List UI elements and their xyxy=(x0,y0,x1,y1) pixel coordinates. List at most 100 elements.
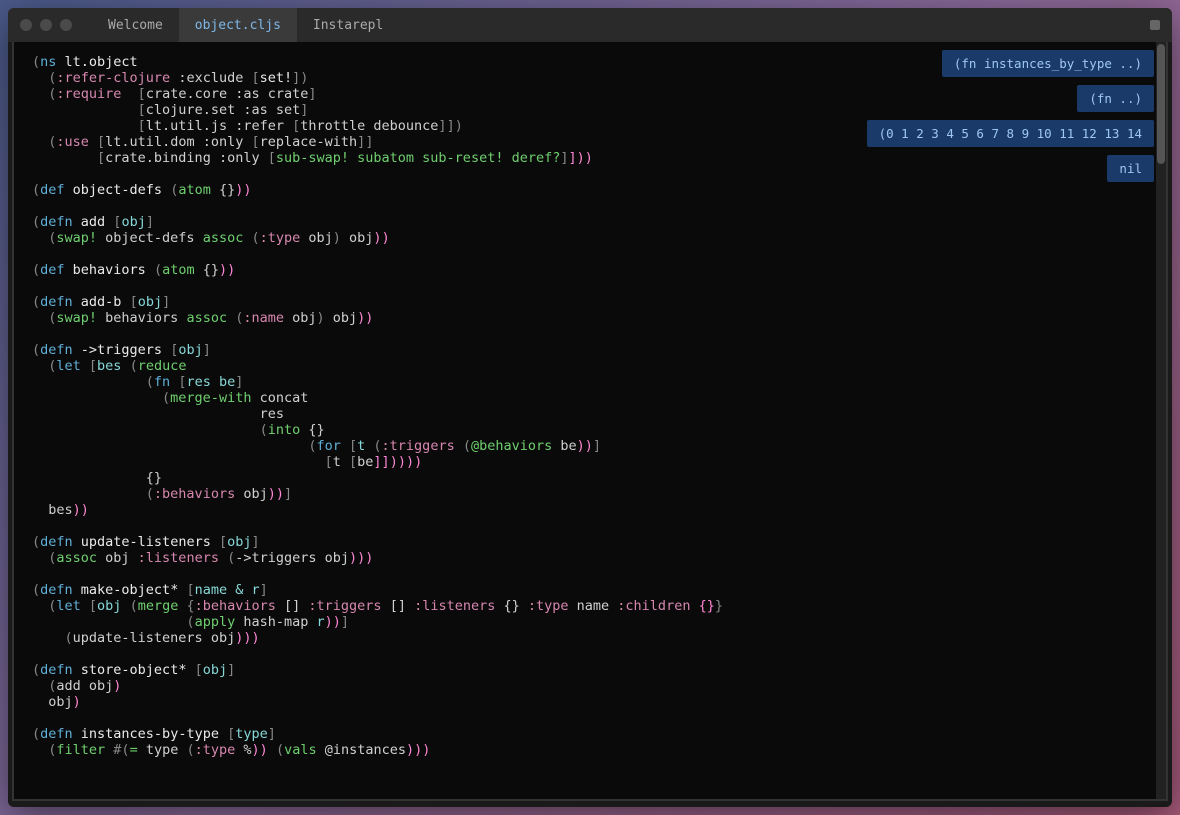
result-hint[interactable]: (0 1 2 3 4 5 6 7 8 9 10 11 12 13 14 xyxy=(867,120,1154,147)
paren: ) xyxy=(260,742,268,758)
paren: ) xyxy=(268,486,276,502)
paren: ) xyxy=(300,70,308,86)
result-hint[interactable]: (fn instances_by_type ..) xyxy=(942,50,1154,77)
paren: ) xyxy=(398,454,406,470)
paren: ( xyxy=(32,582,40,598)
bracket: ] xyxy=(382,454,390,470)
tab-object-cljs[interactable]: object.cljs xyxy=(179,8,297,42)
paren: ( xyxy=(32,294,40,310)
sym: :only xyxy=(195,134,252,150)
kw: :triggers xyxy=(382,438,455,454)
arg: obj xyxy=(138,294,162,310)
kw-let: let xyxy=(56,358,80,374)
paren: ( xyxy=(32,534,40,550)
sym: obj xyxy=(81,678,114,694)
sym: concat xyxy=(251,390,308,406)
bracket: ] xyxy=(284,486,292,502)
fn: vals xyxy=(284,742,317,758)
paren: ( xyxy=(268,742,284,758)
sym: {} xyxy=(300,422,324,438)
sym: {} xyxy=(211,182,235,198)
paren: ( xyxy=(365,438,381,454)
arg: obj xyxy=(203,662,227,678)
arg: res be xyxy=(186,374,235,390)
brace: } xyxy=(715,598,723,614)
minimize-icon[interactable] xyxy=(40,19,52,31)
fn: merge xyxy=(138,598,179,614)
fn: assoc xyxy=(56,550,97,566)
scroll-thumb[interactable] xyxy=(1157,44,1165,164)
kw-defn: defn xyxy=(40,582,73,598)
bracket: [ xyxy=(341,438,357,454)
paren: ) xyxy=(227,262,235,278)
result-hint[interactable]: nil xyxy=(1107,155,1154,182)
arg: type xyxy=(235,726,268,742)
deref: @behaviors xyxy=(471,438,552,454)
sym: throttle debounce xyxy=(300,118,438,134)
paren: ) xyxy=(276,486,284,502)
bracket: ] xyxy=(341,614,349,630)
kw-def: def xyxy=(40,262,64,278)
fn: into xyxy=(268,422,301,438)
bracket: ] xyxy=(227,662,235,678)
kw-ns: ns xyxy=(40,54,56,70)
fn: reduce xyxy=(138,358,187,374)
paren: ( xyxy=(32,262,40,278)
fn: = xyxy=(130,742,138,758)
paren: ) xyxy=(414,454,422,470)
sym: obj xyxy=(325,310,358,326)
tab-welcome[interactable]: Welcome xyxy=(92,8,179,42)
sym: obj xyxy=(97,550,138,566)
editor-area: (ns lt.object (:refer-clojure :exclude [… xyxy=(12,42,1168,801)
sym: behaviors xyxy=(97,310,186,326)
paren: ) xyxy=(219,262,227,278)
sym: type xyxy=(138,742,187,758)
bracket: ] xyxy=(300,102,308,118)
paren: ) xyxy=(365,550,373,566)
titlebar-right xyxy=(1150,20,1160,30)
fn-name: add xyxy=(73,214,114,230)
sym: t xyxy=(333,454,341,470)
sym: @instances xyxy=(317,742,406,758)
result-hint[interactable]: (fn ..) xyxy=(1077,85,1154,112)
paren: ) xyxy=(577,438,585,454)
bracket: ] xyxy=(260,582,268,598)
kw-defn: defn xyxy=(40,342,73,358)
paren: ( xyxy=(219,550,235,566)
paren: ( xyxy=(186,742,194,758)
inline-results: (fn instances_by_type ..) (fn ..) (0 1 2… xyxy=(867,50,1154,182)
bracket: [ xyxy=(251,70,259,86)
sym: obj xyxy=(32,694,73,710)
paren: ( xyxy=(32,358,56,374)
paren: ( xyxy=(227,310,243,326)
paren: ( xyxy=(32,54,40,70)
close-icon[interactable] xyxy=(20,19,32,31)
tab-instarepl[interactable]: Instarepl xyxy=(297,8,399,42)
sym: lt.util.dom xyxy=(105,134,194,150)
sym: obj xyxy=(284,310,317,326)
paren: ) xyxy=(585,150,593,166)
brace: { xyxy=(178,598,194,614)
arg: name & r xyxy=(195,582,260,598)
fn: assoc xyxy=(203,230,244,246)
paren: ( xyxy=(32,438,316,454)
maximize-icon[interactable] xyxy=(60,19,72,31)
paren: ( xyxy=(243,230,259,246)
bracket: ] xyxy=(569,150,577,166)
paren: ( xyxy=(32,550,56,566)
sym: {} xyxy=(195,262,219,278)
arg: obj xyxy=(178,342,202,358)
vertical-scrollbar[interactable] xyxy=(1156,42,1166,799)
paren: ) xyxy=(585,438,593,454)
sym: lt.util.js xyxy=(146,118,227,134)
fn: atom xyxy=(178,182,211,198)
sym: ->triggers xyxy=(235,550,316,566)
bracket: [ xyxy=(32,118,146,134)
paren: ) xyxy=(406,454,414,470)
arg: obj xyxy=(227,534,251,550)
kw: :refer-clojure xyxy=(56,70,170,86)
fn: assoc xyxy=(186,310,227,326)
paren: ) xyxy=(455,118,463,134)
fn: apply xyxy=(195,614,236,630)
kw-defn: defn xyxy=(40,294,73,310)
